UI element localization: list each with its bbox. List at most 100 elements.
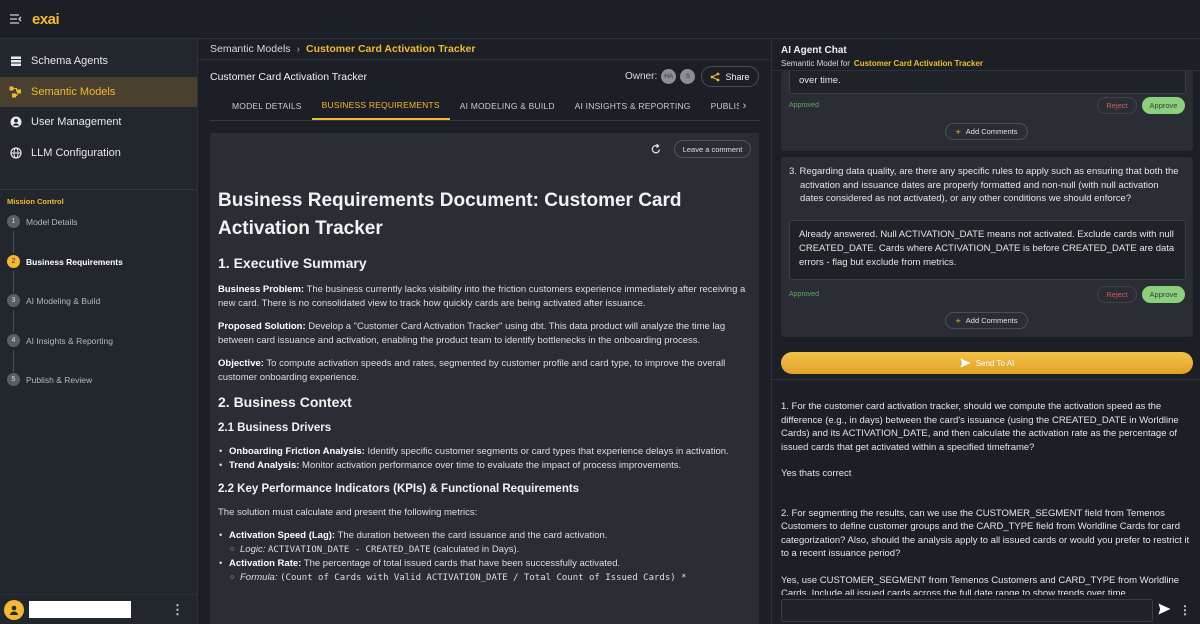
question-card: 3. Regarding data quality, are there any… (781, 157, 1193, 337)
model-tabs: MODEL DETAILS BUSINESS REQUIREMENTS AI M… (210, 91, 760, 121)
chat-message: 1. For the customer card activation trac… (781, 401, 1179, 453)
chat-message: Yes, use CUSTOMER_SEGMENT from Temenos C… (781, 574, 1180, 596)
plus-icon: + (955, 315, 961, 326)
list-subitem: Logic: ACTIVATION_DATE - CREATED_DATE (c… (218, 543, 751, 557)
breadcrumb: Semantic Models › Customer Card Activati… (198, 39, 771, 60)
section-heading: 2. Business Context (218, 394, 352, 410)
item-label: Formula: (240, 572, 278, 583)
top-bar: exai (0, 0, 1200, 39)
refresh-icon[interactable] (650, 143, 662, 158)
sidebar-divider (0, 188, 197, 190)
code-snippet: ACTIVATION_DATE - CREATED_DATE (268, 545, 431, 555)
sidebar-user-bar: ⋮ (0, 594, 198, 624)
send-icon (960, 358, 971, 368)
step-connector (13, 231, 14, 253)
approve-button[interactable]: Approve (1142, 286, 1185, 303)
owner-avatar[interactable]: S (680, 69, 696, 84)
more-options-icon[interactable]: ⋮ (1179, 603, 1191, 617)
sidebar-item-schema-agents[interactable]: Schema Agents (0, 46, 197, 76)
document-title: Business Requirements Document: Customer… (218, 190, 682, 239)
chat-subtitle: Semantic Model for Customer Card Activati… (781, 59, 1191, 68)
tab-business-requirements[interactable]: BUSINESS REQUIREMENTS (311, 91, 450, 120)
sidebar-item-label: LLM Configuration (31, 146, 121, 159)
share-button[interactable]: Share (701, 66, 759, 87)
reject-button[interactable]: Reject (1097, 97, 1137, 114)
chat-message: 2. For segmenting the results, can we us… (781, 507, 1190, 560)
kpi-list: Activation Speed (Lag): The duration bet… (218, 529, 751, 585)
subsection-heading: 2.2 Key Performance Indicators (KPIs) & … (218, 483, 580, 495)
subsection-heading: 2.1 Business Drivers (218, 422, 332, 434)
reject-button[interactable]: Reject (1097, 286, 1137, 303)
sidebar-item-llm-configuration[interactable]: LLM Configuration (0, 138, 197, 168)
step-business-requirements[interactable]: 2 Business Requirements (0, 254, 123, 295)
send-icon[interactable] (1158, 603, 1171, 618)
question-card: over time. Approved Reject Approve + Add … (781, 71, 1193, 151)
menu-collapse-icon[interactable] (9, 13, 23, 25)
item-label: Onboarding Friction Analysis: (229, 446, 365, 457)
breadcrumb-parent[interactable]: Semantic Models (210, 43, 291, 55)
item-label: Activation Speed (Lag): (229, 530, 336, 541)
leave-comment-button[interactable]: Leave a comment (674, 140, 751, 158)
step-publish-review[interactable]: 5 Publish & Review (0, 373, 123, 413)
list-item: Activation Speed (Lag): The duration bet… (218, 529, 751, 543)
tabs-spacer (210, 91, 222, 120)
step-number: 2 (7, 254, 20, 268)
item-label: Trend Analysis: (229, 460, 300, 471)
answer-box[interactable]: over time. (789, 71, 1186, 94)
semantic-model-icon (9, 85, 22, 98)
app-logo[interactable]: exai (32, 11, 60, 28)
mission-control-title: Mission Control (7, 197, 64, 206)
chat-header: AI Agent Chat Semantic Model for Customer… (772, 39, 1200, 71)
status-badge: Approved (789, 102, 819, 109)
proposed-solution-paragraph: Proposed Solution: Develop a "Customer C… (218, 320, 751, 348)
breadcrumb-separator: › (296, 43, 301, 55)
avatar[interactable] (4, 599, 24, 620)
step-ai-insights-reporting[interactable]: 4 AI Insights & Reporting (0, 333, 123, 374)
sidebar-nav: Schema Agents Semantic Models User Manag… (0, 39, 197, 168)
tab-model-details[interactable]: MODEL DETAILS (222, 91, 312, 120)
tab-publish[interactable]: PUBLISH (701, 91, 739, 120)
share-label: Share (725, 71, 750, 82)
breadcrumb-current: Customer Card Activation Tracker (306, 43, 476, 55)
list-subitem: Formula: (Count of Cards with Valid ACTI… (218, 571, 751, 585)
owner-label: Owner: (625, 71, 658, 82)
sidebar-item-semantic-models[interactable]: Semantic Models (0, 76, 197, 107)
step-model-details[interactable]: 1 Model Details (0, 215, 123, 255)
chat-input-row: ⋮ (781, 598, 1193, 622)
chevron-right-icon[interactable]: › (739, 91, 747, 120)
user-name-field[interactable] (29, 601, 131, 618)
more-options-icon[interactable]: ⋮ (171, 602, 184, 618)
item-text: The duration between the card issuance a… (335, 530, 608, 541)
chat-divider (772, 379, 1200, 380)
section-heading: 1. Executive Summary (218, 255, 367, 271)
step-label: AI Modeling & Build (26, 296, 101, 306)
share-icon (711, 72, 720, 81)
send-to-ai-button[interactable]: Send To AI (781, 352, 1193, 374)
add-comments-label: Add Comments (965, 127, 1018, 136)
list-item: Activation Rate: The percentage of total… (218, 557, 751, 571)
sidebar-item-user-management[interactable]: User Management (0, 107, 197, 137)
owner-avatar[interactable]: HA (661, 69, 677, 84)
step-connector (13, 270, 14, 293)
step-number: 4 (7, 333, 20, 347)
plus-icon: + (955, 126, 961, 137)
step-number: 1 (7, 215, 20, 228)
item-text: (calculated in Days). (430, 544, 520, 555)
main-panel: Semantic Models › Customer Card Activati… (198, 39, 771, 624)
approve-button[interactable]: Approve (1142, 97, 1185, 114)
add-comments-button[interactable]: + Add Comments (945, 312, 1028, 329)
business-problem-paragraph: Business Problem: The business currently… (218, 283, 751, 311)
tab-ai-modeling-build[interactable]: AI MODELING & BUILD (450, 91, 565, 120)
chat-input[interactable] (781, 598, 1153, 622)
add-comments-button[interactable]: + Add Comments (945, 123, 1028, 140)
step-connector (13, 349, 14, 372)
answer-box[interactable]: Already answered. Null ACTIVATION_DATE m… (789, 220, 1186, 280)
step-label: Business Requirements (26, 256, 123, 267)
step-ai-modeling-build[interactable]: 3 AI Modeling & Build (0, 294, 123, 334)
step-label: Publish & Review (26, 375, 93, 385)
tab-ai-insights-reporting[interactable]: AI INSIGHTS & REPORTING (565, 91, 701, 120)
sidebar-item-label: Semantic Models (31, 85, 116, 98)
business-drivers-list: Onboarding Friction Analysis: Identify s… (218, 445, 751, 473)
page-title: Customer Card Activation Tracker (210, 71, 367, 83)
document-body: Business Requirements Document: Customer… (210, 165, 759, 585)
